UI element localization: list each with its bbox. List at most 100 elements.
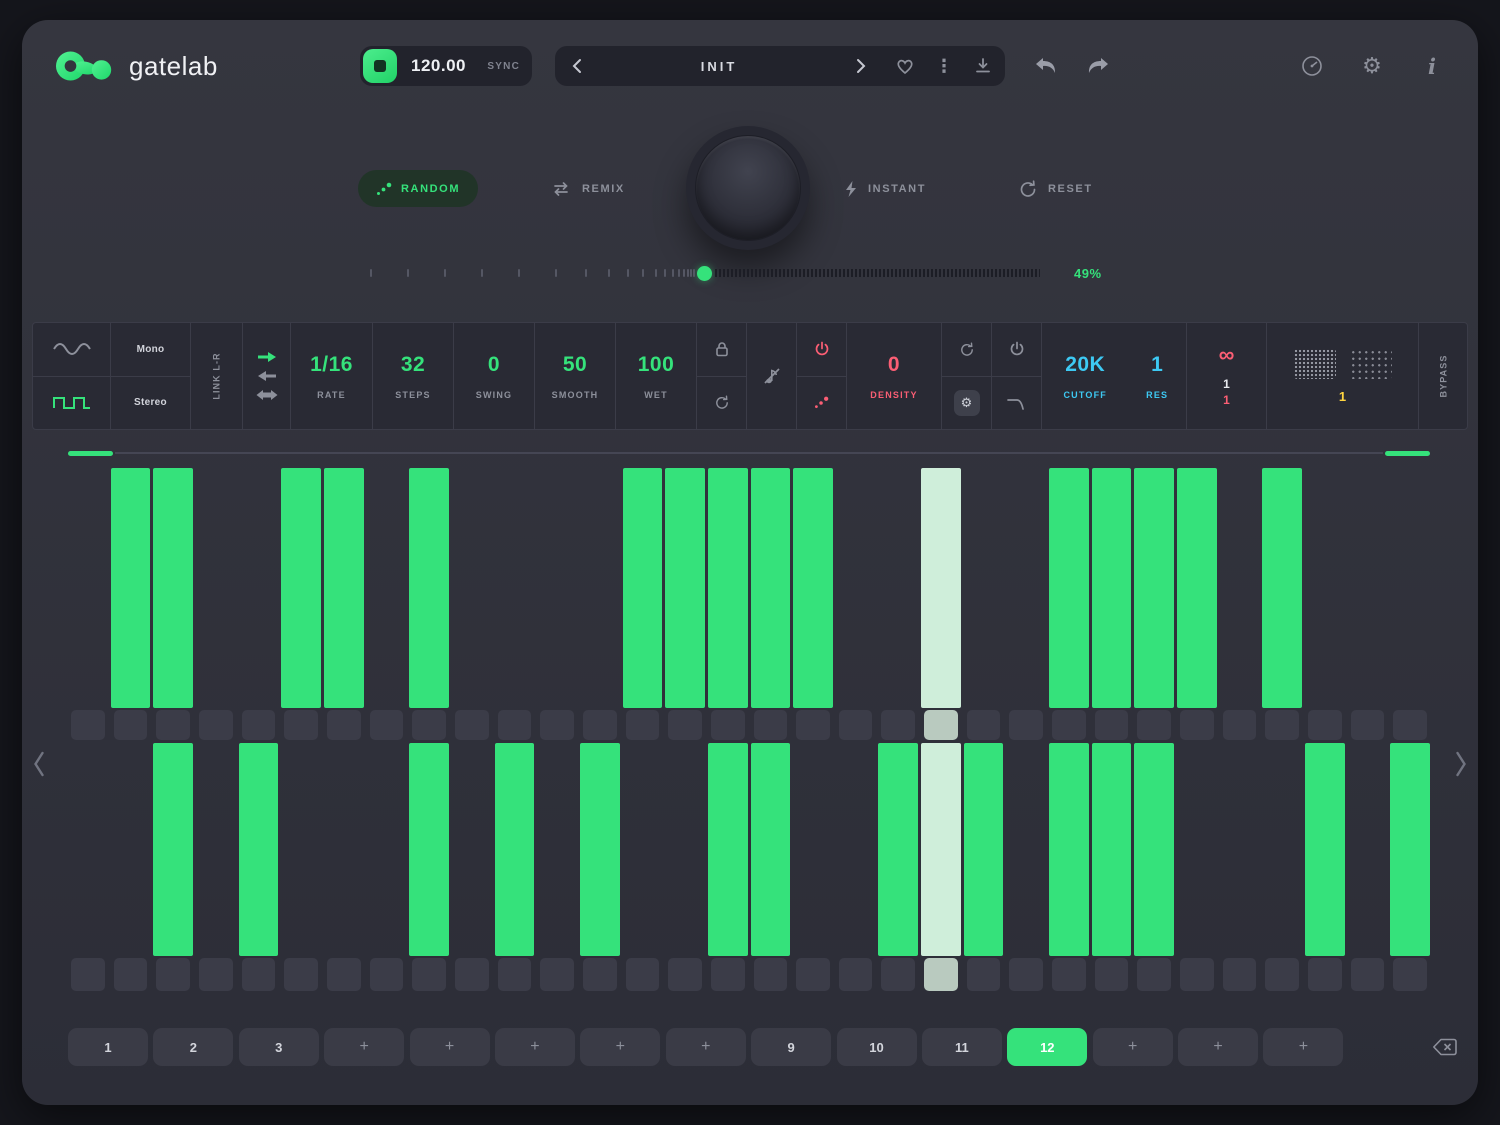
gate-step-bottom-17[interactable] — [751, 743, 791, 956]
bpm-value[interactable]: 120.00 — [411, 56, 466, 76]
pattern-add-button[interactable]: + — [1263, 1028, 1343, 1066]
undo-button[interactable] — [1028, 46, 1064, 86]
random-button[interactable]: RANDOM — [358, 170, 478, 207]
noise-dense-icon[interactable] — [1294, 349, 1336, 379]
gate-step-top-29[interactable] — [1262, 468, 1302, 708]
gate-step-bottom-29[interactable] — [1262, 743, 1302, 956]
lock-button[interactable] — [697, 323, 746, 376]
gate-bar[interactable] — [708, 468, 748, 708]
gate-bar[interactable] — [708, 743, 748, 956]
bypass-cell[interactable]: BYPASS — [1419, 323, 1467, 429]
gate-step-top-23[interactable] — [1006, 468, 1046, 708]
gate-bar[interactable] — [1305, 743, 1345, 956]
filter-cycle-button[interactable] — [942, 323, 991, 376]
favorite-button[interactable] — [883, 46, 927, 86]
gate-bar[interactable] — [1092, 468, 1132, 708]
gate-step-bottom-3[interactable] — [153, 743, 193, 956]
step-cell-top-28[interactable] — [1223, 710, 1257, 740]
save-preset-button[interactable] — [961, 46, 1005, 86]
gate-step-top-6[interactable] — [281, 468, 321, 708]
gate-step-bottom-24[interactable] — [1049, 743, 1089, 956]
gate-step-bottom-5[interactable] — [239, 743, 279, 956]
gate-step-top-25[interactable] — [1092, 468, 1132, 708]
meter-button[interactable] — [1294, 46, 1330, 86]
step-cell-top-21[interactable] — [924, 710, 958, 740]
step-cell-top-2[interactable] — [114, 710, 148, 740]
step-cell-bottom-16[interactable] — [711, 958, 745, 991]
step-cell-bottom-28[interactable] — [1223, 958, 1257, 991]
pattern-add-button[interactable]: + — [324, 1028, 404, 1066]
gate-step-bottom-32[interactable] — [1390, 743, 1430, 956]
filter-slope-button[interactable] — [992, 376, 1041, 430]
step-cell-bottom-9[interactable] — [412, 958, 446, 991]
gate-bar[interactable] — [239, 743, 279, 956]
step-cell-top-20[interactable] — [881, 710, 915, 740]
gate-step-top-7[interactable] — [324, 468, 364, 708]
step-cell-bottom-22[interactable] — [967, 958, 1001, 991]
loop-value-bottom[interactable]: 1 — [1223, 392, 1230, 408]
gate-step-bottom-13[interactable] — [580, 743, 620, 956]
gate-bar[interactable] — [1092, 743, 1132, 956]
gate-step-bottom-30[interactable] — [1305, 743, 1345, 956]
loop-value-top[interactable]: 1 — [1223, 376, 1230, 392]
gate-step-top-17[interactable] — [751, 468, 791, 708]
step-cell-bottom-2[interactable] — [114, 958, 148, 991]
step-cell-top-31[interactable] — [1351, 710, 1385, 740]
gate-step-top-20[interactable] — [878, 468, 918, 708]
gate-bar[interactable] — [793, 468, 833, 708]
gate-step-top-14[interactable] — [623, 468, 663, 708]
gate-step-bottom-7[interactable] — [324, 743, 364, 956]
step-cell-bottom-5[interactable] — [242, 958, 276, 991]
step-cell-top-27[interactable] — [1180, 710, 1214, 740]
gate-step-bottom-20[interactable] — [878, 743, 918, 956]
step-cell-bottom-32[interactable] — [1393, 958, 1427, 991]
gate-bar[interactable] — [580, 743, 620, 956]
pattern-button-3[interactable]: 3 — [239, 1028, 319, 1066]
step-cell-bottom-19[interactable] — [839, 958, 873, 991]
step-cell-bottom-24[interactable] — [1052, 958, 1086, 991]
gate-bar[interactable] — [921, 743, 961, 956]
gate-bar[interactable] — [1134, 468, 1174, 708]
pattern-button-9[interactable]: 9 — [751, 1028, 831, 1066]
gate-step-bottom-12[interactable] — [537, 743, 577, 956]
gate-step-top-28[interactable] — [1220, 468, 1260, 708]
gate-step-top-1[interactable] — [68, 468, 108, 708]
loop-start-handle[interactable] — [68, 451, 113, 456]
param-density[interactable]: 0 DENSITY — [847, 323, 942, 429]
step-cell-bottom-20[interactable] — [881, 958, 915, 991]
pattern-button-12[interactable]: 12 — [1007, 1028, 1087, 1066]
step-cell-top-12[interactable] — [540, 710, 574, 740]
filter-power-button[interactable] — [992, 323, 1041, 376]
param-rate[interactable]: 1/16 RATE — [291, 323, 373, 429]
step-cell-bottom-15[interactable] — [668, 958, 702, 991]
gate-step-bottom-10[interactable] — [452, 743, 492, 956]
step-cell-top-32[interactable] — [1393, 710, 1427, 740]
step-cell-top-23[interactable] — [1009, 710, 1043, 740]
morph-slider[interactable] — [370, 264, 1040, 282]
pattern-button-2[interactable]: 2 — [153, 1028, 233, 1066]
step-cell-top-8[interactable] — [370, 710, 404, 740]
gate-step-bottom-15[interactable] — [665, 743, 705, 956]
gate-step-top-10[interactable] — [452, 468, 492, 708]
gate-step-bottom-18[interactable] — [793, 743, 833, 956]
gate-bar[interactable] — [153, 468, 193, 708]
stereo-button[interactable]: Stereo — [111, 376, 190, 430]
gate-bar[interactable] — [751, 468, 791, 708]
param-swing[interactable]: 0 SWING — [454, 323, 535, 429]
density-power-button[interactable] — [797, 323, 846, 376]
loop-end-handle[interactable] — [1385, 451, 1430, 456]
gate-bar[interactable] — [964, 743, 1004, 956]
step-cell-top-25[interactable] — [1095, 710, 1129, 740]
step-cell-top-15[interactable] — [668, 710, 702, 740]
step-cell-bottom-18[interactable] — [796, 958, 830, 991]
mono-button[interactable]: Mono — [111, 323, 190, 376]
gate-bar[interactable] — [1049, 743, 1089, 956]
pattern-add-button[interactable]: + — [580, 1028, 660, 1066]
delete-pattern-button[interactable] — [1428, 1030, 1462, 1064]
gate-step-bottom-21[interactable] — [921, 743, 961, 956]
gate-bar[interactable] — [495, 743, 535, 956]
gate-step-top-16[interactable] — [708, 468, 748, 708]
gate-step-top-4[interactable] — [196, 468, 236, 708]
relatch-button[interactable] — [697, 376, 746, 430]
gate-step-top-2[interactable] — [111, 468, 151, 708]
